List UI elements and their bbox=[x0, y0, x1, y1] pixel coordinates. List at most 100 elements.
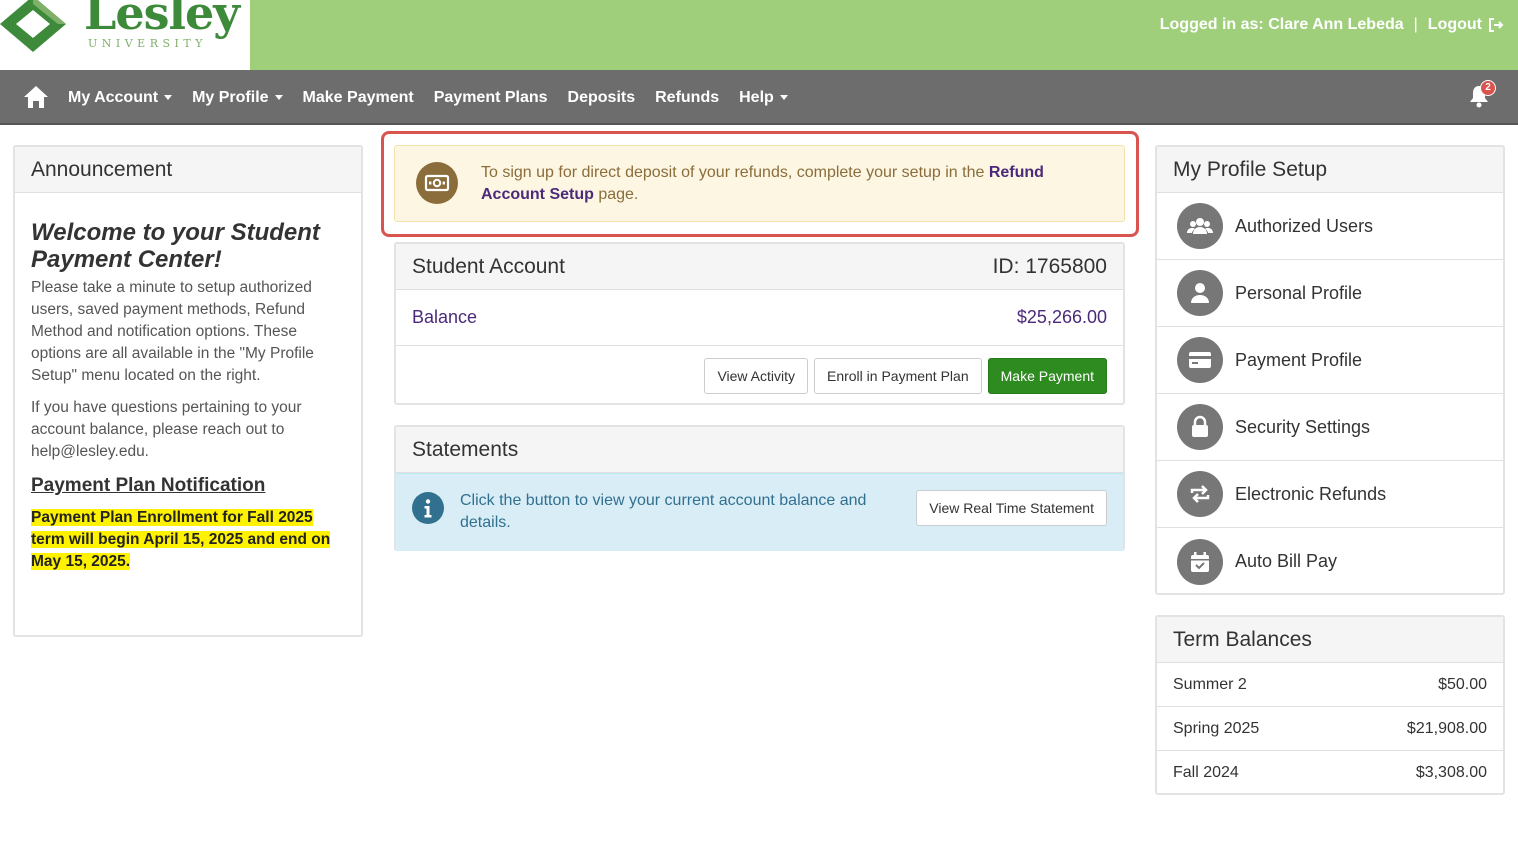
refund-setup-alert: To sign up for direct deposit of your re… bbox=[394, 145, 1125, 222]
term-balances-card: Term Balances Summer 2 $50.00 Spring 2025 $… bbox=[1155, 615, 1505, 795]
term-balance-row: Fall 2024 $3,308.00 bbox=[1157, 751, 1503, 795]
term-balance-row: Spring 2025 $21,908.00 bbox=[1157, 707, 1503, 751]
announcement-header: Announcement bbox=[15, 147, 361, 193]
term-balances-header: Term Balances bbox=[1157, 617, 1503, 663]
logo-wordmark: Lesley bbox=[84, 0, 240, 40]
profile-item-authorized-users[interactable]: Authorized Users bbox=[1157, 193, 1503, 260]
lock-icon bbox=[1177, 404, 1223, 450]
calendar-icon bbox=[1177, 538, 1223, 585]
highlight-text: Payment Plan Enrollment for Fall 2025 te… bbox=[31, 509, 331, 570]
nav-item-label: Deposits bbox=[567, 88, 636, 106]
main-nav: My Account My Profile Make Payment Payment … bbox=[0, 70, 1518, 125]
users-icon bbox=[1177, 203, 1223, 249]
term-balance-row: Summer 2 $50.00 bbox=[1157, 663, 1503, 707]
statements-info: Click the button to view your current ac… bbox=[396, 473, 1123, 551]
home-icon[interactable] bbox=[22, 84, 50, 110]
notifications-button[interactable]: 2 bbox=[1468, 80, 1496, 113]
nav-item-label: Help bbox=[739, 88, 774, 106]
nav-item-label: My Profile bbox=[192, 88, 269, 106]
profile-setup-title: My Profile Setup bbox=[1173, 157, 1328, 181]
logout-link[interactable]: Logout bbox=[1428, 16, 1504, 34]
term-amount: $3,308.00 bbox=[1415, 764, 1487, 781]
refresh-icon bbox=[1177, 471, 1223, 517]
announcement-paragraph: Please take a minute to setup authorized… bbox=[31, 279, 314, 384]
student-account-title: Student Account bbox=[412, 254, 565, 278]
nav-item-label: Make Payment bbox=[302, 88, 414, 106]
term-balances-title: Term Balances bbox=[1173, 627, 1312, 651]
term-balances-list: Summer 2 $50.00 Spring 2025 $21,908.00 Fall … bbox=[1157, 663, 1503, 795]
profile-item-label: Authorized Users bbox=[1235, 215, 1374, 236]
alert-text-before: To sign up for direct deposit of your re… bbox=[481, 164, 989, 181]
caret-down-icon bbox=[779, 95, 788, 100]
term-name: Fall 2024 bbox=[1173, 764, 1239, 781]
nav-item-label: My Account bbox=[68, 88, 159, 106]
statements-title: Statements bbox=[412, 437, 519, 461]
profile-item-payment-profile[interactable]: Payment Profile bbox=[1157, 327, 1503, 394]
view-activity-button[interactable]: View Activity bbox=[704, 358, 808, 394]
alert-message: To sign up for direct deposit of your re… bbox=[481, 162, 1101, 206]
profile-item-auto-bill-pay[interactable]: Auto Bill Pay bbox=[1157, 528, 1503, 595]
nav-item-payment-plans[interactable]: Payment Plans bbox=[434, 89, 548, 107]
statements-header: Statements bbox=[396, 427, 1123, 473]
balance-label[interactable]: Balance bbox=[412, 307, 477, 328]
nav-item-deposits[interactable]: Deposits bbox=[568, 89, 636, 107]
profile-setup-header: My Profile Setup bbox=[1157, 147, 1503, 193]
logo-diamond-icon bbox=[0, 0, 66, 52]
notification-badge: 2 bbox=[1480, 80, 1496, 96]
person-icon bbox=[1177, 270, 1223, 316]
announcement-contact: If you have questions pertaining to your… bbox=[31, 399, 302, 460]
nav-item-refunds[interactable]: Refunds bbox=[655, 89, 719, 107]
make-payment-button[interactable]: Make Payment bbox=[987, 358, 1107, 394]
profile-item-security-settings[interactable]: Security Settings bbox=[1157, 394, 1503, 461]
nav-item-make-payment[interactable]: Make Payment bbox=[303, 89, 414, 107]
account-actions: View Activity Enroll in Payment Plan Mak… bbox=[704, 358, 1107, 394]
balance-value: $25,266.00 bbox=[1016, 307, 1107, 327]
caret-down-icon bbox=[164, 95, 173, 100]
user-info: Logged in as: Clare Ann Lebeda | Logout bbox=[1160, 16, 1504, 34]
top-header: Lesley UNIVERSITY Logged in as: Clare An… bbox=[0, 0, 1518, 70]
header-separator: | bbox=[1413, 16, 1418, 33]
term-name: Spring 2025 bbox=[1173, 719, 1260, 737]
logo[interactable]: Lesley UNIVERSITY bbox=[0, 0, 250, 70]
statements-message: Click the button to view your current ac… bbox=[460, 492, 867, 531]
view-real-time-statement-button[interactable]: View Real Time Statement bbox=[916, 490, 1107, 526]
profile-item-label: Personal Profile bbox=[1235, 282, 1363, 303]
announcement-title: Announcement bbox=[31, 157, 173, 181]
term-name: Summer 2 bbox=[1173, 675, 1247, 693]
welcome-heading: Welcome to your Student Payment Center! bbox=[31, 219, 320, 273]
profile-item-personal-profile[interactable]: Personal Profile bbox=[1157, 260, 1503, 327]
nav-item-label: Payment Plans bbox=[433, 88, 548, 106]
nav-item-my-account[interactable]: My Account bbox=[68, 88, 173, 107]
caret-down-icon bbox=[274, 95, 283, 100]
student-account-header: Student Account ID: 1765800 bbox=[396, 244, 1123, 290]
profile-item-label: Electronic Refunds bbox=[1235, 483, 1387, 504]
profile-item-label: Auto Bill Pay bbox=[1235, 551, 1338, 571]
student-id: ID: 1765800 bbox=[992, 254, 1107, 278]
card-icon bbox=[1177, 337, 1223, 383]
nav-item-help[interactable]: Help bbox=[739, 89, 788, 107]
announcement-card: Announcement Welcome to your Student Pay… bbox=[13, 145, 363, 637]
info-icon bbox=[412, 492, 444, 524]
money-icon bbox=[416, 162, 458, 204]
announcement-body: Welcome to your Student Payment Center! … bbox=[15, 193, 361, 573]
nav-menu: My Account My Profile Make Payment Payment … bbox=[68, 70, 788, 125]
alert-text-after: page. bbox=[593, 186, 639, 203]
payment-plan-heading: Payment Plan Notification bbox=[31, 475, 266, 496]
logout-icon bbox=[1489, 18, 1504, 32]
balance-row: Balance $25,266.00 bbox=[396, 290, 1123, 346]
term-amount: $21,908.00 bbox=[1406, 719, 1487, 737]
profile-item-label: Security Settings bbox=[1235, 416, 1371, 437]
profile-setup-card: My Profile Setup Authorized Users Persona… bbox=[1155, 145, 1505, 595]
logged-in-label: Logged in as: Clare Ann Lebeda bbox=[1159, 16, 1404, 33]
profile-setup-list: Authorized Users Personal Profile Payment … bbox=[1157, 193, 1503, 595]
payment-plan-highlight: Payment Plan Enrollment for Fall 2025 te… bbox=[31, 507, 345, 573]
profile-item-label: Payment Profile bbox=[1235, 349, 1363, 370]
statements-card: Statements Click the button to view your… bbox=[394, 425, 1125, 551]
logout-label: Logout bbox=[1427, 16, 1482, 33]
enroll-payment-plan-button[interactable]: Enroll in Payment Plan bbox=[813, 358, 982, 394]
profile-item-electronic-refunds[interactable]: Electronic Refunds bbox=[1157, 461, 1503, 528]
term-amount: $50.00 bbox=[1438, 675, 1487, 693]
logo-subtitle: UNIVERSITY bbox=[88, 37, 207, 50]
nav-item-label: Refunds bbox=[655, 88, 720, 106]
nav-item-my-profile[interactable]: My Profile bbox=[192, 88, 283, 107]
